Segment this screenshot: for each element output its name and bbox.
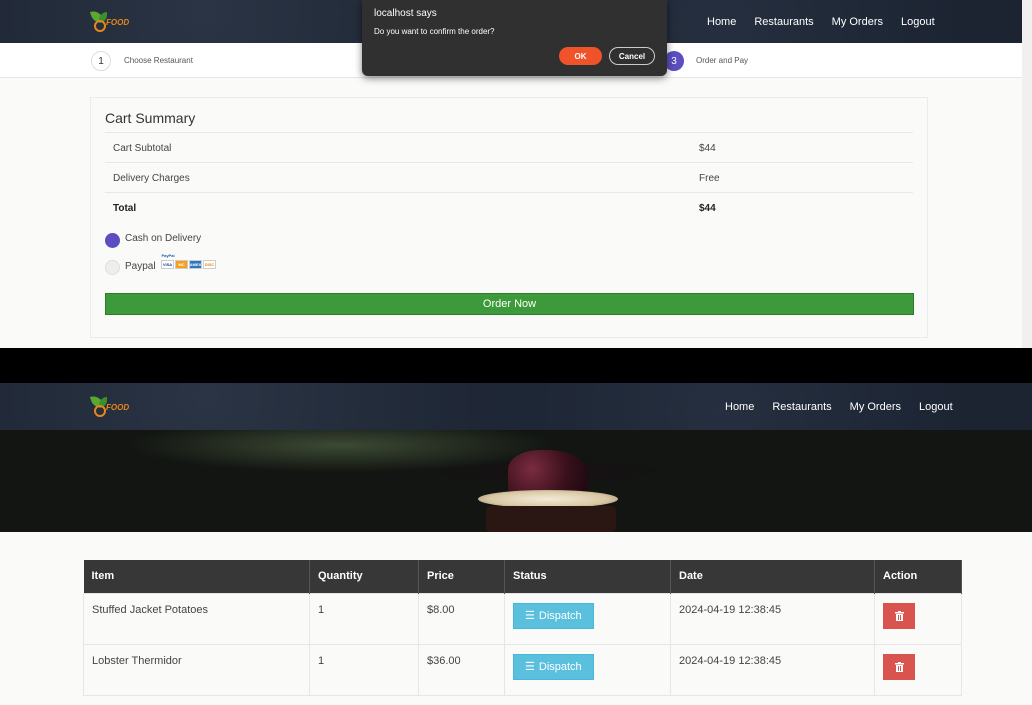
- dessert-image: [478, 450, 628, 532]
- col-quantity: Quantity: [309, 560, 419, 593]
- logo-2[interactable]: FOOD: [89, 393, 130, 419]
- dialog-message: Do you want to confirm the order?: [374, 27, 495, 36]
- delivery-value: Free: [699, 173, 720, 184]
- nav-restaurants-2[interactable]: Restaurants: [772, 401, 831, 413]
- nav-home[interactable]: Home: [707, 16, 736, 28]
- total-value: $44: [699, 203, 716, 214]
- confirm-dialog: localhost says Do you want to confirm th…: [362, 0, 667, 76]
- order-date: 2024-04-19 12:38:45: [679, 603, 782, 616]
- scrollbar[interactable]: [1022, 0, 1032, 348]
- delivery-label: Delivery Charges: [113, 173, 190, 184]
- paypal-logo: PayPal: [161, 253, 175, 258]
- trash-icon: [894, 610, 904, 621]
- item-quantity: 1: [318, 603, 325, 616]
- total-label: Total: [113, 203, 137, 214]
- total-row: Total $44: [105, 192, 913, 222]
- dialog-ok-button[interactable]: OK: [559, 47, 602, 65]
- item-name: Stuffed Jacket Potatoes: [92, 603, 208, 616]
- delete-button[interactable]: [883, 602, 915, 629]
- col-status: Status: [504, 560, 671, 593]
- dialog-title: localhost says: [374, 8, 437, 19]
- cart-title: Cart Summary: [105, 110, 196, 126]
- mastercard-logo: MC: [175, 260, 188, 269]
- order-now-button[interactable]: Order Now: [105, 293, 914, 315]
- nav-logout[interactable]: Logout: [901, 16, 935, 28]
- orders-header-row: Item Quantity Price Status Date Action: [83, 560, 962, 593]
- logo[interactable]: FOOD: [89, 8, 130, 34]
- nav-links: Home Restaurants My Orders Logout: [707, 0, 935, 43]
- list-icon: ☰: [525, 610, 535, 622]
- item-quantity: 1: [318, 654, 325, 667]
- nav-my-orders-2[interactable]: My Orders: [850, 401, 901, 413]
- table-row: Lobster Thermidor 1 $36.00 ☰ Dispatch 20…: [83, 643, 962, 696]
- item-name: Lobster Thermidor: [92, 654, 182, 667]
- dispatch-button[interactable]: ☰ Dispatch: [513, 602, 594, 629]
- paypal-radio[interactable]: [105, 260, 120, 275]
- cash-on-delivery-radio[interactable]: [105, 233, 120, 248]
- step-3-label: Order and Pay: [696, 56, 749, 65]
- visa-logo: VISA: [161, 260, 174, 269]
- item-price: $8.00: [427, 603, 455, 616]
- my-orders-screen: FOOD Home Restaurants My Orders Logout I…: [0, 383, 1032, 705]
- delivery-row: Delivery Charges Free: [105, 162, 913, 192]
- orders-table: Item Quantity Price Status Date Action S…: [83, 560, 962, 696]
- amex-logo: AMEX: [189, 260, 202, 269]
- step-1-label: Choose Restaurant: [124, 56, 193, 65]
- nav-restaurants[interactable]: Restaurants: [754, 16, 813, 28]
- subtotal-row: Cart Subtotal $44: [105, 132, 913, 162]
- dispatch-label: Dispatch: [538, 609, 582, 622]
- navbar-2: FOOD Home Restaurants My Orders Logout: [0, 383, 1032, 430]
- col-price: Price: [418, 560, 505, 593]
- discover-logo: DISC: [203, 260, 216, 269]
- paypal-label[interactable]: Paypal: [125, 261, 156, 272]
- dispatch-label: Dispatch: [538, 660, 582, 673]
- step-1-number: 1: [91, 51, 111, 71]
- paypal-card-logos: PayPal VISA MC AMEX DISC: [161, 253, 216, 269]
- nav-logout-2[interactable]: Logout: [919, 401, 953, 413]
- trash-icon: [894, 661, 904, 672]
- step-3-number: 3: [664, 51, 684, 71]
- hero-banner: [0, 430, 1032, 532]
- subtotal-value: $44: [699, 143, 716, 154]
- nav-home-2[interactable]: Home: [725, 401, 754, 413]
- col-action: Action: [874, 560, 962, 593]
- cart-summary-card: Cart Summary Cart Subtotal $44 Delivery …: [90, 97, 928, 338]
- order-date: 2024-04-19 12:38:45: [679, 654, 782, 667]
- dispatch-button[interactable]: ☰ Dispatch: [513, 653, 594, 680]
- nav-links-2: Home Restaurants My Orders Logout: [725, 383, 953, 430]
- dialog-cancel-button[interactable]: Cancel: [609, 47, 655, 65]
- delete-button[interactable]: [883, 653, 915, 680]
- cash-on-delivery-label[interactable]: Cash on Delivery: [125, 233, 201, 244]
- logo-text: FOOD: [106, 18, 130, 27]
- col-item: Item: [83, 560, 310, 593]
- subtotal-label: Cart Subtotal: [113, 143, 172, 154]
- table-row: Stuffed Jacket Potatoes 1 $8.00 ☰ Dispat…: [83, 592, 962, 645]
- col-date: Date: [670, 560, 875, 593]
- checkout-screen: FOOD Home Restaurants My Orders Logout 1…: [0, 0, 1022, 348]
- list-icon: ☰: [525, 661, 535, 673]
- logo-text-2: FOOD: [106, 403, 130, 412]
- item-price: $36.00: [427, 654, 461, 667]
- nav-my-orders[interactable]: My Orders: [832, 16, 883, 28]
